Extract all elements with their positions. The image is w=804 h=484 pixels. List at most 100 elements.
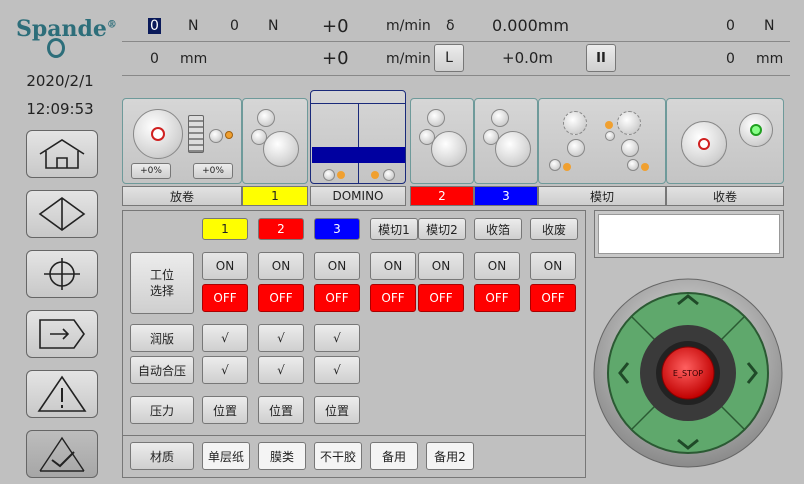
off-button-diecut-1[interactable]: OFF: [370, 284, 416, 312]
on-button-foil[interactable]: ON: [474, 252, 520, 280]
label-rewind: 收卷: [666, 186, 784, 206]
column-header-diecut-2: 模切2: [418, 218, 466, 240]
position-unit-3: mm: [756, 51, 784, 67]
material-adhesive[interactable]: 不干胶: [314, 442, 362, 470]
domino-divider: [358, 103, 359, 183]
pause-button[interactable]: II: [586, 44, 616, 72]
station-unwind[interactable]: +0% +0%: [122, 98, 242, 184]
speed-value-2: +0: [322, 48, 349, 69]
status-divider: [122, 41, 790, 42]
on-button-3[interactable]: ON: [314, 252, 360, 280]
status-unit-n3: N: [764, 18, 775, 34]
statistics-button[interactable]: [26, 430, 98, 478]
time-display: 12:09:53: [26, 100, 94, 118]
station-domino[interactable]: [310, 90, 406, 184]
row-label-plate: 润版: [130, 324, 194, 352]
station-3-upper-roll: [491, 109, 509, 127]
diecut-2-upper-roll: [617, 111, 641, 135]
auto-press-toggle-1[interactable]: √: [202, 356, 248, 384]
station-3[interactable]: [474, 98, 538, 184]
control-panel-divider: [122, 435, 586, 436]
position-value-1: 0: [150, 51, 159, 67]
logo-registered-mark: ®: [106, 19, 117, 31]
off-button-waste[interactable]: OFF: [530, 284, 576, 312]
unwind-sensor-icon: [225, 131, 233, 139]
crosshair-button[interactable]: [26, 250, 98, 298]
speed-unit-2: m/min: [386, 51, 431, 67]
waste-core-icon: [750, 124, 762, 136]
position-unit-1: mm: [180, 51, 208, 67]
station-1-impression-roll: [263, 131, 299, 167]
estop-button[interactable]: E_STOP: [660, 348, 716, 398]
on-button-waste[interactable]: ON: [530, 252, 576, 280]
position-value-3: 0: [726, 51, 735, 67]
on-button-2[interactable]: ON: [258, 252, 304, 280]
domino-sensor-1: [337, 171, 345, 179]
speed-unit-1: m/min: [386, 18, 431, 34]
station-diecut[interactable]: [538, 98, 666, 184]
station-rewind[interactable]: [666, 98, 784, 184]
column-header-1: 1: [202, 218, 248, 240]
row-label-material: 材质: [130, 442, 194, 470]
auto-press-toggle-2[interactable]: √: [258, 356, 304, 384]
diecut-2-sensor-top: [605, 121, 613, 129]
date-display: 2020/2/1: [26, 72, 94, 90]
label-station-3: 3: [474, 186, 538, 206]
off-button-foil[interactable]: OFF: [474, 284, 520, 312]
l-button[interactable]: L: [434, 44, 464, 72]
material-single-paper[interactable]: 单层纸: [202, 442, 250, 470]
label-domino: DOMINO: [310, 186, 406, 206]
crosshair-icon: [44, 258, 80, 290]
delta-value: 0.000mm: [492, 16, 569, 35]
delta-symbol: δ: [446, 18, 455, 34]
off-button-3[interactable]: OFF: [314, 284, 360, 312]
diecut-2-small-roll: [605, 131, 615, 141]
row-label-station-select: 工位 选择: [130, 252, 194, 314]
status-unit-n2: N: [268, 18, 279, 34]
status-value-3: 0: [726, 18, 735, 34]
brand-logo: Spande®: [16, 16, 117, 42]
diecut-1-anvil-roll: [567, 139, 585, 157]
row-label-pressure: 压力: [130, 396, 194, 424]
enter-button[interactable]: [26, 310, 98, 358]
on-button-1[interactable]: ON: [202, 252, 248, 280]
on-button-diecut-1[interactable]: ON: [370, 252, 416, 280]
material-spare-2[interactable]: 备用2: [426, 442, 474, 470]
home-button[interactable]: [26, 130, 98, 178]
column-header-diecut-1: 模切1: [370, 218, 418, 240]
plate-toggle-1[interactable]: √: [202, 324, 248, 352]
material-spare[interactable]: 备用: [370, 442, 418, 470]
rewind-core-icon: [698, 138, 710, 150]
diecut-1-guide-roll: [549, 159, 561, 171]
domino-print-head: [312, 147, 405, 163]
diamond-button[interactable]: [26, 190, 98, 238]
off-button-1[interactable]: OFF: [202, 284, 248, 312]
unwind-guide-roll: [209, 129, 223, 143]
home-icon: [39, 139, 85, 169]
row-label-auto-press: 自动合压: [130, 356, 194, 384]
unwind-tension-a[interactable]: +0%: [131, 163, 171, 179]
column-header-2: 2: [258, 218, 304, 240]
plate-toggle-3[interactable]: √: [314, 324, 360, 352]
diecut-2-sensor: [641, 163, 649, 171]
auto-press-toggle-3[interactable]: √: [314, 356, 360, 384]
off-button-2[interactable]: OFF: [258, 284, 304, 312]
pressure-position-3[interactable]: 位置: [314, 396, 360, 424]
column-header-3: 3: [314, 218, 360, 240]
alarm-button[interactable]: [26, 370, 98, 418]
station-1[interactable]: [242, 98, 308, 184]
station-2-upper-roll: [427, 109, 445, 127]
off-button-diecut-2[interactable]: OFF: [418, 284, 464, 312]
column-header-foil: 收箔: [474, 218, 522, 240]
pressure-position-1[interactable]: 位置: [202, 396, 248, 424]
arrow-right-icon: [39, 319, 85, 349]
unwind-tension-b[interactable]: +0%: [193, 163, 233, 179]
column-header-waste: 收废: [530, 218, 578, 240]
speed-value-1: +0: [322, 16, 349, 37]
pressure-position-2[interactable]: 位置: [258, 396, 304, 424]
material-film[interactable]: 膜类: [258, 442, 306, 470]
plate-toggle-2[interactable]: √: [258, 324, 304, 352]
on-button-diecut-2[interactable]: ON: [418, 252, 464, 280]
station-2[interactable]: [410, 98, 474, 184]
station-3-impression-roll: [495, 131, 531, 167]
